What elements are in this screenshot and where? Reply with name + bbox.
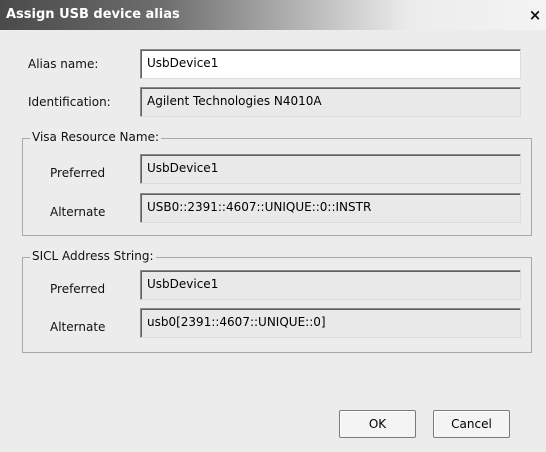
alias-name-input[interactable]: UsbDevice1 [140, 49, 521, 79]
close-icon[interactable]: × [526, 5, 544, 25]
alias-name-label: Alias name: [28, 57, 99, 71]
assign-alias-dialog: Assign USB device alias × Alias name: Us… [0, 0, 546, 452]
visa-resource-group-title: Visa Resource Name: [30, 130, 161, 144]
identification-field: Agilent Technologies N4010A [140, 87, 521, 117]
cancel-button[interactable]: Cancel [433, 410, 510, 438]
sicl-alternate-field: usb0[2391::4607::UNIQUE::0] [140, 308, 521, 338]
sicl-address-group-title: SICL Address String: [30, 249, 156, 263]
identification-label: Identification: [28, 95, 111, 109]
visa-alternate-label: Alternate [50, 205, 106, 219]
visa-alternate-field: USB0::2391::4607::UNIQUE::0::INSTR [140, 193, 521, 223]
visa-preferred-field: UsbDevice1 [140, 154, 521, 184]
sicl-preferred-field: UsbDevice1 [140, 270, 521, 300]
visa-preferred-label: Preferred [50, 166, 106, 180]
dialog-title: Assign USB device alias [6, 7, 180, 22]
sicl-alternate-label: Alternate [50, 320, 106, 334]
title-bar[interactable]: Assign USB device alias × [0, 0, 546, 30]
sicl-preferred-label: Preferred [50, 282, 106, 296]
ok-button[interactable]: OK [339, 410, 416, 438]
